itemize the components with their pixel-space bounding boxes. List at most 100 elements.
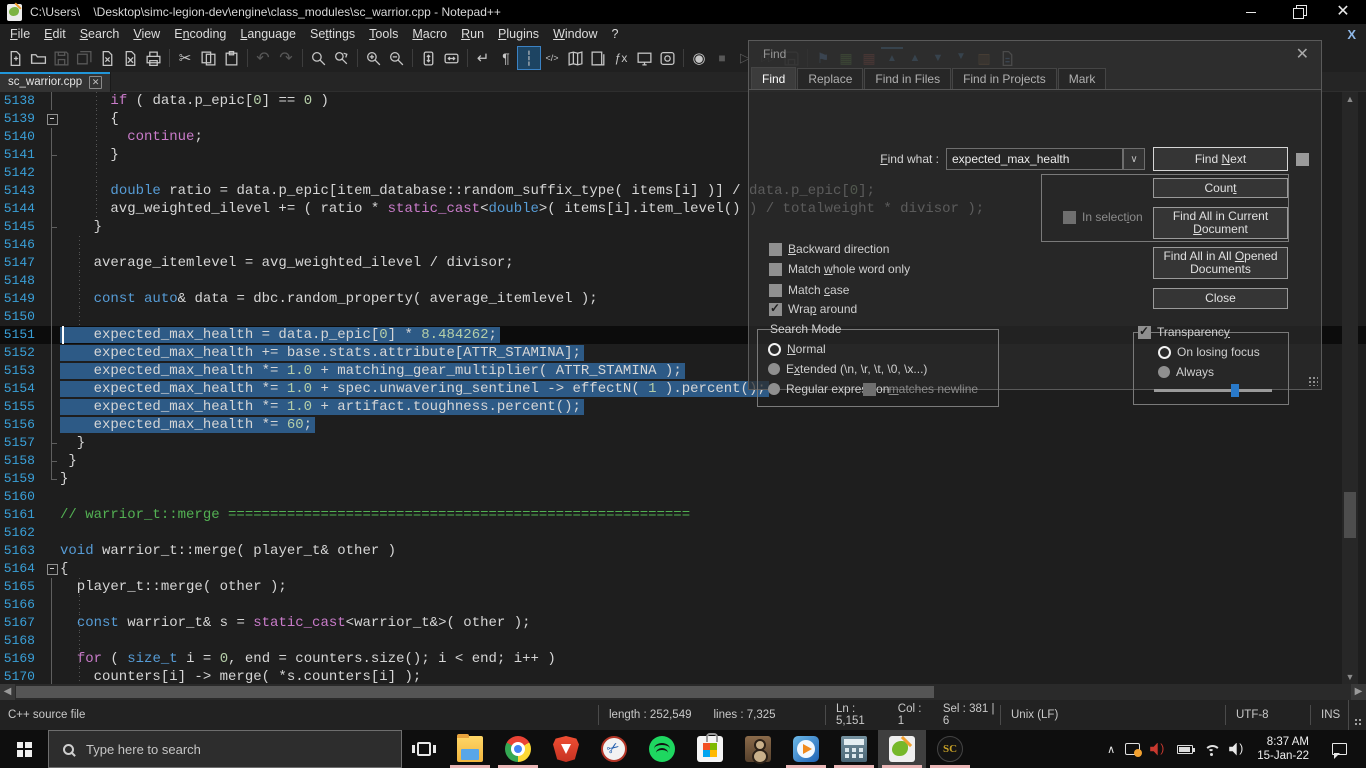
code-line[interactable]: 5168 [0,632,1366,650]
find-dialog-tab-find[interactable]: Find [751,67,796,89]
transparency-checkbox[interactable]: Transparency [1138,325,1230,339]
count-button[interactable]: Count [1153,178,1288,198]
sync-horizontal-icon[interactable] [440,47,462,69]
notification-center-button[interactable] [1317,730,1366,768]
open-file-icon[interactable] [27,47,49,69]
document-map-icon[interactable] [564,47,586,69]
tray-hidden-icons-chevron[interactable]: ∧ [1102,730,1120,768]
tray-battery[interactable] [1172,730,1198,768]
zoom-in-icon[interactable] [362,47,384,69]
document-list-icon[interactable] [587,47,609,69]
menu-tools[interactable]: Tools [362,25,405,43]
backward-direction-checkbox[interactable]: Backward direction [769,242,889,256]
menu-run[interactable]: Run [454,25,491,43]
transparency-radio-always[interactable]: Always [1158,365,1214,379]
taskbar-simulationcraft-button[interactable]: SC [926,730,974,768]
find-all-in-current-document-button[interactable]: Find All in Current Document [1153,207,1288,239]
window-resize-grip[interactable] [1348,700,1366,730]
find-what-dropdown-icon[interactable]: ∨ [1123,148,1145,170]
record-macro-icon[interactable]: ◉ [688,47,710,69]
menu-settings[interactable]: Settings [303,25,362,43]
code-line[interactable]: 5161// warrior_t::merge ================… [0,506,1366,524]
code-line[interactable]: 5160 [0,488,1366,506]
menu-search[interactable]: Search [73,25,127,43]
paste-icon[interactable] [220,47,242,69]
taskbar-microsoft-store-button[interactable] [686,730,734,768]
menu-encoding[interactable]: Encoding [167,25,233,43]
status-insert-mode[interactable]: INS [1310,705,1348,725]
menu-language[interactable]: Language [233,25,303,43]
function-completion-icon[interactable]: </> [541,47,563,69]
scroll-down-icon[interactable]: ▼ [1342,670,1358,684]
search-mode-radio-extended[interactable]: Extended (\n, \r, \t, \0, \x...) [768,362,927,376]
close-button[interactable]: ✕ [1320,0,1366,24]
tray-wifi[interactable] [1198,730,1224,768]
show-indent-guide-icon[interactable]: ┆ [518,47,540,69]
fold-margin[interactable] [44,560,60,578]
find-dialog-resize-grip[interactable] [1308,376,1318,386]
vertical-scrollbar-thumb[interactable] [1344,492,1356,538]
match-whole-word-only-checkbox[interactable]: Match whole word only [769,262,910,276]
code-line[interactable]: 5166 [0,596,1366,614]
copy-icon[interactable] [197,47,219,69]
minimize-button[interactable] [1228,0,1274,24]
restore-button[interactable] [1274,0,1320,24]
taskbar-notepad-plus-plus-button[interactable] [878,730,926,768]
find-all-in-all-opened-documents-button[interactable]: Find All in All Opened Documents [1153,247,1288,279]
cut-icon[interactable]: ✂ [174,47,196,69]
word-wrap-icon[interactable]: ↵ [472,47,494,69]
replace-icon[interactable] [330,47,352,69]
taskbar-media-player-button[interactable] [782,730,830,768]
tray-volume[interactable] [1224,730,1251,768]
menu-?[interactable]: ? [605,25,626,43]
menu-window[interactable]: Window [546,25,604,43]
search-mode-radio-normal[interactable]: Normal [768,342,826,356]
find-what-input[interactable]: expected_max_health [946,148,1123,170]
transparency-slider[interactable] [1154,389,1272,392]
matches-newline-checkbox[interactable]: . matches newline [863,382,978,396]
find-dialog-tab-mark[interactable]: Mark [1058,68,1107,89]
code-line[interactable]: 5164{ [0,560,1366,578]
code-line[interactable]: 5159} [0,470,1366,488]
close-file-icon[interactable] [96,47,118,69]
scroll-left-icon[interactable]: ◀ [0,684,15,700]
taskbar-search-input[interactable]: Type here to search [48,730,402,768]
menu-plugins[interactable]: Plugins [491,25,546,43]
find-next-button[interactable]: Find Next [1153,147,1288,171]
tray-remote-app[interactable] [1120,730,1145,768]
horizontal-scrollbar-thumb[interactable] [16,686,934,698]
in-selection-checkbox[interactable]: In selection [1063,210,1143,224]
code-line[interactable]: 5170 counters[i] -> merge( *s.counters[i… [0,668,1366,684]
sync-vertical-icon[interactable] [417,47,439,69]
monitor-icon[interactable] [633,47,655,69]
status-encoding[interactable]: UTF-8 [1225,705,1310,725]
code-line[interactable]: 5165 player_t::merge( other ); [0,578,1366,596]
code-line[interactable]: 5167 const warrior_t& s = static_cast<wa… [0,614,1366,632]
menu-view[interactable]: View [126,25,167,43]
taskbar-chrome-button[interactable] [494,730,542,768]
menu-edit[interactable]: Edit [37,25,73,43]
transparency-radio-on-losing-focus[interactable]: On losing focus [1158,345,1260,359]
new-file-icon[interactable] [4,47,26,69]
code-line[interactable]: 5169 for ( size_t i = 0, end = counters.… [0,650,1366,668]
menubar-close-icon[interactable]: X [1347,27,1356,42]
taskbar-clock[interactable]: 8:37 AM15-Jan-22 [1251,735,1317,763]
code-line[interactable]: 5163void warrior_t::merge( player_t& oth… [0,542,1366,560]
print-icon[interactable] [142,47,164,69]
taskbar-audio-device-button[interactable] [734,730,782,768]
find-dialog-tab-find-in-files[interactable]: Find in Files [864,68,951,89]
code-line[interactable]: 5156 expected_max_health *= 60; [0,416,1366,434]
find-icon[interactable] [307,47,329,69]
menu-macro[interactable]: Macro [405,25,454,43]
code-line[interactable]: 5162 [0,524,1366,542]
fold-margin[interactable] [44,110,60,128]
find-dialog-title-bar[interactable]: Find ✕ [749,41,1321,67]
status-eol-format[interactable]: Unix (LF) [1000,705,1225,725]
transparency-slider-thumb[interactable] [1231,384,1239,397]
match-case-checkbox[interactable]: Match case [769,283,849,297]
code-line[interactable]: 5158 } [0,452,1366,470]
taskbar-file-explorer-button[interactable] [446,730,494,768]
start-button[interactable] [0,730,48,768]
scroll-right-icon[interactable]: ▶ [1351,684,1366,700]
menu-file[interactable]: File [3,25,37,43]
